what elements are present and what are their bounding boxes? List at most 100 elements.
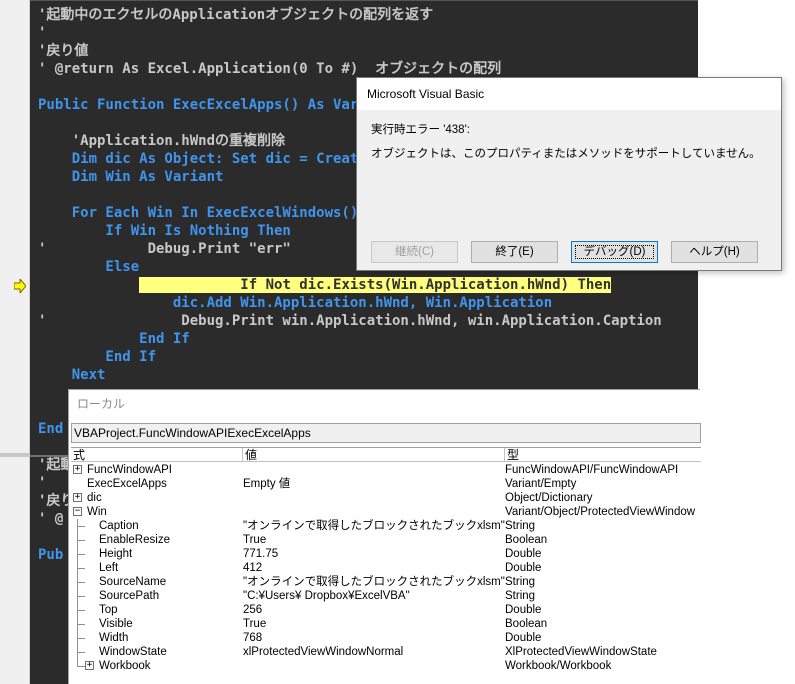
cell-type: Double [505, 562, 542, 574]
cell-expression: Top [99, 604, 118, 616]
cell-value[interactable]: "C:¥Users¥ Dropbox¥ExcelVBA" [243, 589, 505, 603]
cell-expression: SourcePath [99, 590, 160, 602]
locals-grid[interactable]: 式 値 型 + FuncWindowAPI FuncWindowAPI/FuncWi… [71, 447, 701, 684]
tree-line [77, 659, 78, 666]
locals-title: ローカル [77, 397, 126, 411]
cell-type: XlProtectedViewWindowState [505, 646, 657, 658]
execution-pointer-icon [14, 279, 26, 293]
cell-expression: FuncWindowAPI [87, 464, 173, 476]
header-expression[interactable]: 式 [71, 448, 243, 462]
collapse-icon[interactable]: − [73, 507, 82, 516]
help-button[interactable]: ヘルプ(H) [671, 241, 758, 263]
tree-line [77, 652, 85, 653]
code-line[interactable]: ' [38, 474, 46, 492]
expand-icon[interactable]: + [73, 493, 82, 502]
debug-button[interactable]: デバッグ(D) [571, 241, 658, 263]
locals-row[interactable]: WindowState xlProtectedViewWindowNormal Xl… [71, 645, 701, 659]
locals-window[interactable]: ローカル VBAProject.FuncWindowAPIExecExcelAp… [68, 389, 701, 684]
locals-row[interactable]: Height 771.75 Double [71, 547, 701, 561]
cell-expression: Caption [99, 520, 139, 532]
end-button[interactable]: 終了(E) [471, 241, 558, 263]
locals-row[interactable]: + Workbook Workbook/Workbook [71, 659, 701, 673]
locals-context[interactable]: VBAProject.FuncWindowAPIExecExcelApps [71, 423, 701, 443]
splitter[interactable] [0, 453, 30, 457]
cell-expression: Visible [99, 618, 133, 630]
expand-icon[interactable]: + [73, 465, 82, 474]
cell-type: String [505, 576, 536, 588]
continue-button-label: 継続(C) [395, 246, 434, 258]
cell-type: Variant/Object/ProtectedViewWindow [505, 506, 696, 518]
code-line[interactable]: ' @return As Excel.Application(0 To #) オ… [38, 60, 501, 78]
cell-value[interactable]: 768 [243, 631, 505, 645]
code-line[interactable]: '起動中のエクセルのApplicationオブジェクトの配列を返す [38, 6, 433, 24]
code-line[interactable]: If Not dic.Exists(Win.Application.hWnd) … [38, 276, 612, 294]
code-line[interactable]: Else [38, 258, 139, 276]
code-line[interactable]: ' Debug.Print win.Application.hWnd, win.… [38, 312, 662, 330]
expand-icon[interactable]: + [85, 661, 94, 670]
continue-button[interactable]: 継続(C) [371, 241, 458, 263]
code-line[interactable]: End If [38, 348, 156, 366]
locals-row[interactable]: EnableResize True Boolean [71, 533, 701, 547]
cell-type: Workbook/Workbook [505, 660, 612, 672]
cell-value[interactable]: xlProtectedViewWindowNormal [243, 645, 505, 659]
cell-value[interactable]: 412 [243, 561, 505, 575]
cell-expression: Left [99, 562, 119, 574]
cell-expression: SourceName [99, 576, 167, 588]
cell-value[interactable]: "オンラインで取得したブロックされたブックxlsm" [243, 575, 505, 589]
code-line[interactable]: ' [38, 24, 46, 42]
locals-row[interactable]: SourcePath "C:¥Users¥ Dropbox¥ExcelVBA" St… [71, 589, 701, 603]
tree-line [77, 610, 85, 611]
code-line[interactable]: dic.Add Win.Application.hWnd, Win.Applic… [38, 294, 552, 312]
dialog-title: Microsoft Visual Basic [357, 78, 781, 110]
code-line[interactable]: End If [38, 330, 190, 348]
code-line[interactable]: For Each Win In ExecExcelWindows() [38, 204, 359, 222]
cell-type: Boolean [505, 534, 548, 546]
cell-value[interactable]: 771.75 [243, 547, 505, 561]
cell-type: Double [505, 604, 542, 616]
code-line[interactable]: Dim dic As Object: Set dic = CreateO [38, 150, 375, 168]
cell-type: Double [505, 548, 542, 560]
cell-value[interactable]: "オンラインで取得したブロックされたブックxlsm" [243, 519, 505, 533]
runtime-error-dialog: Microsoft Visual Basic 実行時エラー '438': オブジ… [356, 77, 782, 271]
cell-type: String [505, 590, 536, 602]
locals-row[interactable]: Top 256 Double [71, 603, 701, 617]
code-line[interactable]: Dim Win As Variant [38, 168, 224, 186]
header-value[interactable]: 値 [243, 448, 505, 462]
code-line[interactable]: 'Application.hWndの重複削除 [38, 132, 285, 150]
code-line[interactable]: Pub [38, 546, 63, 564]
error-message: オブジェクトは、このプロパティまたはメソッドをサポートしていません。 [371, 148, 761, 160]
cell-value[interactable]: 256 [243, 603, 505, 617]
locals-row[interactable]: SourceName "オンラインで取得したブロックされたブックxlsm" Stri… [71, 575, 701, 589]
cell-value[interactable]: True [243, 617, 505, 631]
tree-line [77, 638, 85, 639]
editor-top-border [30, 0, 698, 1]
code-line[interactable]: ' @ [38, 510, 63, 528]
cell-value[interactable]: Empty 値 [243, 477, 505, 491]
locals-row[interactable]: Left 412 Double [71, 561, 701, 575]
cell-expression: dic [87, 492, 102, 504]
code-line[interactable]: ' Debug.Print "err" [38, 240, 291, 258]
header-type[interactable]: 型 [505, 448, 701, 462]
code-line[interactable]: '戻り値 [38, 42, 88, 60]
cell-value[interactable]: True [243, 533, 505, 547]
locals-row[interactable]: − Win Variant/Object/ProtectedViewWindow [71, 505, 701, 519]
locals-row[interactable]: Visible True Boolean [71, 617, 701, 631]
cell-type: Boolean [505, 618, 548, 630]
code-line[interactable]: Next [38, 366, 106, 384]
locals-row[interactable]: + FuncWindowAPI FuncWindowAPI/FuncWindowAP… [71, 463, 701, 477]
cell-type: FuncWindowAPI/FuncWindowAPI [505, 464, 679, 476]
current-statement-highlight: If Not dic.Exists(Win.Application.hWnd) … [139, 277, 612, 293]
locals-row[interactable]: ExecExcelApps Empty 値 Variant/Empty [71, 477, 701, 491]
tree-line [77, 582, 85, 583]
tree-line [77, 624, 85, 625]
locals-row[interactable]: Width 768 Double [71, 631, 701, 645]
locals-row[interactable]: + dic Object/Dictionary [71, 491, 701, 505]
margin-indicator-bar[interactable] [0, 0, 30, 684]
cell-expression: Height [99, 548, 133, 560]
cell-type: String [505, 520, 536, 532]
cell-expression: WindowState [99, 646, 167, 658]
code-line[interactable]: If Win Is Nothing Then [38, 222, 290, 240]
code-line[interactable]: Public Function ExecExcelApps() As Varia [38, 96, 375, 114]
locals-row[interactable]: Caption "オンラインで取得したブロックされたブックxlsm" String [71, 519, 701, 533]
code-line[interactable]: End [38, 420, 63, 438]
